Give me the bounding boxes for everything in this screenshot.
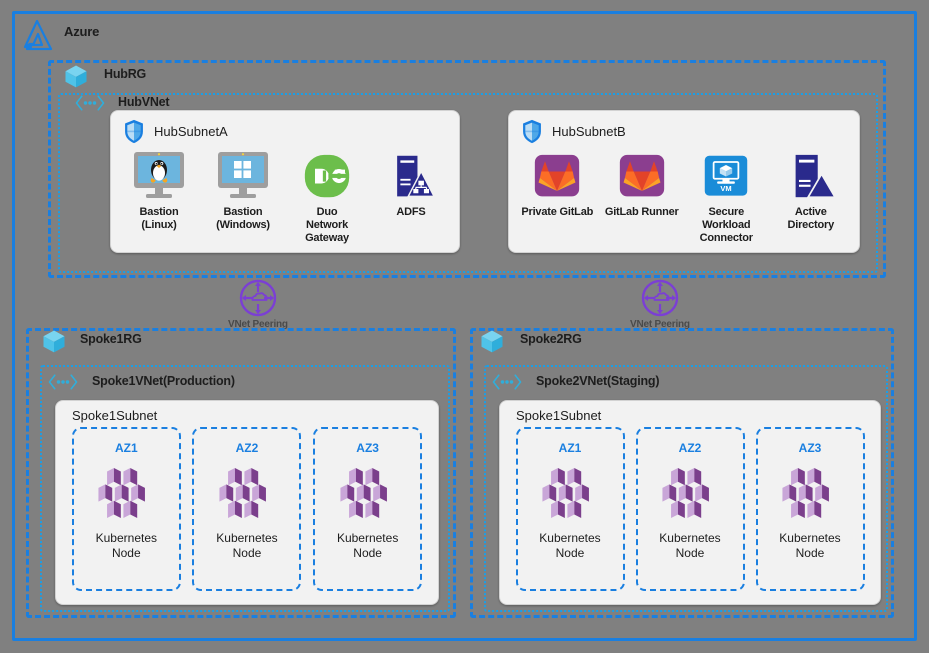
availability-zone-az1[interactable]: AZ1 Kubernetes Node	[71, 427, 181, 591]
az-label: AZ1	[558, 441, 582, 455]
gitlab-runner-icon	[617, 150, 667, 204]
spoke2-subnet-title: Spoke1Subnet	[516, 408, 602, 423]
node-label: Kubernetes Node	[95, 531, 158, 560]
hub-subnet-b-header: HubSubnetB	[509, 111, 859, 144]
resource-duo-network-gateway[interactable]: Duo Network Gateway	[286, 150, 368, 245]
resource-group-cube-icon	[62, 62, 90, 90]
resource-active-directory[interactable]: Active Directory	[770, 150, 852, 232]
resource-label: Active Directory	[787, 206, 835, 231]
spoke1-subnet-card[interactable]: Spoke1Subnet AZ1 Kubernetes Node AZ2 Kube…	[55, 400, 439, 605]
spoke2-vnet-label: Spoke2VNet(Staging)	[536, 374, 660, 388]
az-label: AZ3	[356, 441, 379, 455]
kubernetes-node-icon	[539, 466, 601, 525]
azure-title: Azure	[64, 24, 100, 39]
spoke1-subnet-title: Spoke1Subnet	[72, 408, 158, 423]
azure-logo-icon	[18, 16, 58, 56]
vnet-peering-1[interactable]: VNet Peering	[228, 278, 288, 330]
node-label: Kubernetes Node	[539, 531, 601, 560]
hub-subnet-a-title: HubSubnetA	[154, 124, 228, 139]
hub-subnet-b-card[interactable]: HubSubnetB Private GitLab GitLab Runner …	[508, 110, 860, 253]
hub-vnet-label: HubVNet	[118, 95, 170, 109]
kubernetes-node-icon	[659, 466, 721, 525]
kubernetes-node-icon	[95, 466, 157, 525]
spoke1-vnet-label: Spoke1VNet(Production)	[92, 374, 235, 388]
resource-secure-workload-connector[interactable]: VM Secure Workload Connector	[685, 150, 767, 245]
spoke2-rg-label: Spoke2RG	[520, 332, 582, 346]
windows-bastion-monitor-icon	[216, 150, 270, 204]
az-label: AZ1	[114, 441, 138, 455]
az-label: AZ2	[678, 441, 702, 455]
hub-subnet-a-header: HubSubnetA	[111, 111, 459, 144]
resource-bastion-windows[interactable]: Bastion (Windows)	[202, 150, 284, 232]
resource-adfs[interactable]: ADFS	[370, 150, 452, 219]
shield-icon	[521, 119, 543, 144]
resource-label: GitLab Runner	[604, 206, 679, 218]
resource-label: Secure Workload Connector	[699, 206, 753, 244]
spoke1-availability-zones: AZ1 Kubernetes Node AZ2 Kubernetes Node AZ…	[56, 423, 438, 591]
spoke1-rg-label: Spoke1RG	[80, 332, 142, 346]
vnet-icon	[492, 373, 522, 391]
kubernetes-node-icon	[337, 466, 399, 525]
availability-zone-az1[interactable]: AZ1 Kubernetes Node	[515, 427, 625, 591]
node-label: Kubernetes Node	[336, 531, 399, 560]
hub-subnet-b-title: HubSubnetB	[552, 124, 626, 139]
shield-icon	[123, 119, 145, 144]
active-directory-icon	[785, 150, 837, 204]
az-label: AZ2	[235, 441, 259, 455]
kubernetes-node-icon	[779, 466, 841, 525]
resource-label: Bastion (Windows)	[216, 206, 270, 231]
resource-bastion-linux[interactable]: Bastion (Linux)	[118, 150, 200, 232]
node-label: Kubernetes Node	[216, 531, 278, 560]
hub-subnet-a-card[interactable]: HubSubnetA Bastion (Linux) Bastion (Window…	[110, 110, 460, 253]
resource-group-cube-icon	[40, 327, 68, 355]
vm-badge-text: VM	[721, 184, 732, 193]
availability-zone-az2[interactable]: AZ2 Kubernetes Node	[635, 427, 745, 591]
gitlab-icon	[532, 150, 582, 204]
vnet-peering-icon	[238, 278, 278, 318]
resource-private-gitlab[interactable]: Private GitLab	[516, 150, 598, 219]
adfs-icon	[386, 150, 436, 204]
availability-zone-az3[interactable]: AZ3 Kubernetes Node	[755, 427, 865, 591]
node-label: Kubernetes Node	[779, 531, 841, 560]
hub-rg-label: HubRG	[104, 67, 147, 81]
vnet-peering-2[interactable]: VNet Peering	[630, 278, 690, 330]
duo-icon	[302, 150, 352, 204]
virtual-machine-icon: VM	[702, 150, 750, 204]
vnet-peering-icon	[640, 278, 680, 318]
spoke2-availability-zones: AZ1 Kubernetes Node AZ2 Kubernetes Node AZ…	[500, 423, 880, 591]
resource-gitlab-runner[interactable]: GitLab Runner	[601, 150, 683, 219]
vnet-icon	[48, 373, 78, 391]
resource-label: Duo Network Gateway	[305, 206, 349, 244]
hub-subnet-a-resources: Bastion (Linux) Bastion (Windows) Duo Netwo…	[111, 144, 459, 245]
resource-label: ADFS	[396, 206, 426, 218]
kubernetes-node-icon	[216, 466, 278, 525]
availability-zone-az3[interactable]: AZ3 Kubernetes Node	[313, 427, 423, 591]
linux-bastion-monitor-icon	[132, 150, 186, 204]
az-label: AZ3	[798, 441, 822, 455]
vnet-icon	[75, 94, 105, 112]
node-label: Kubernetes Node	[659, 531, 721, 560]
resource-group-cube-icon	[478, 327, 506, 355]
resource-label: Bastion (Linux)	[139, 206, 179, 231]
availability-zone-az2[interactable]: AZ2 Kubernetes Node	[192, 427, 302, 591]
spoke2-subnet-card[interactable]: Spoke1Subnet AZ1 Kubernetes Node AZ2 Kube…	[499, 400, 881, 605]
resource-label: Private GitLab	[521, 206, 594, 218]
hub-subnet-b-resources: Private GitLab GitLab Runner VM Secure W…	[509, 144, 859, 245]
